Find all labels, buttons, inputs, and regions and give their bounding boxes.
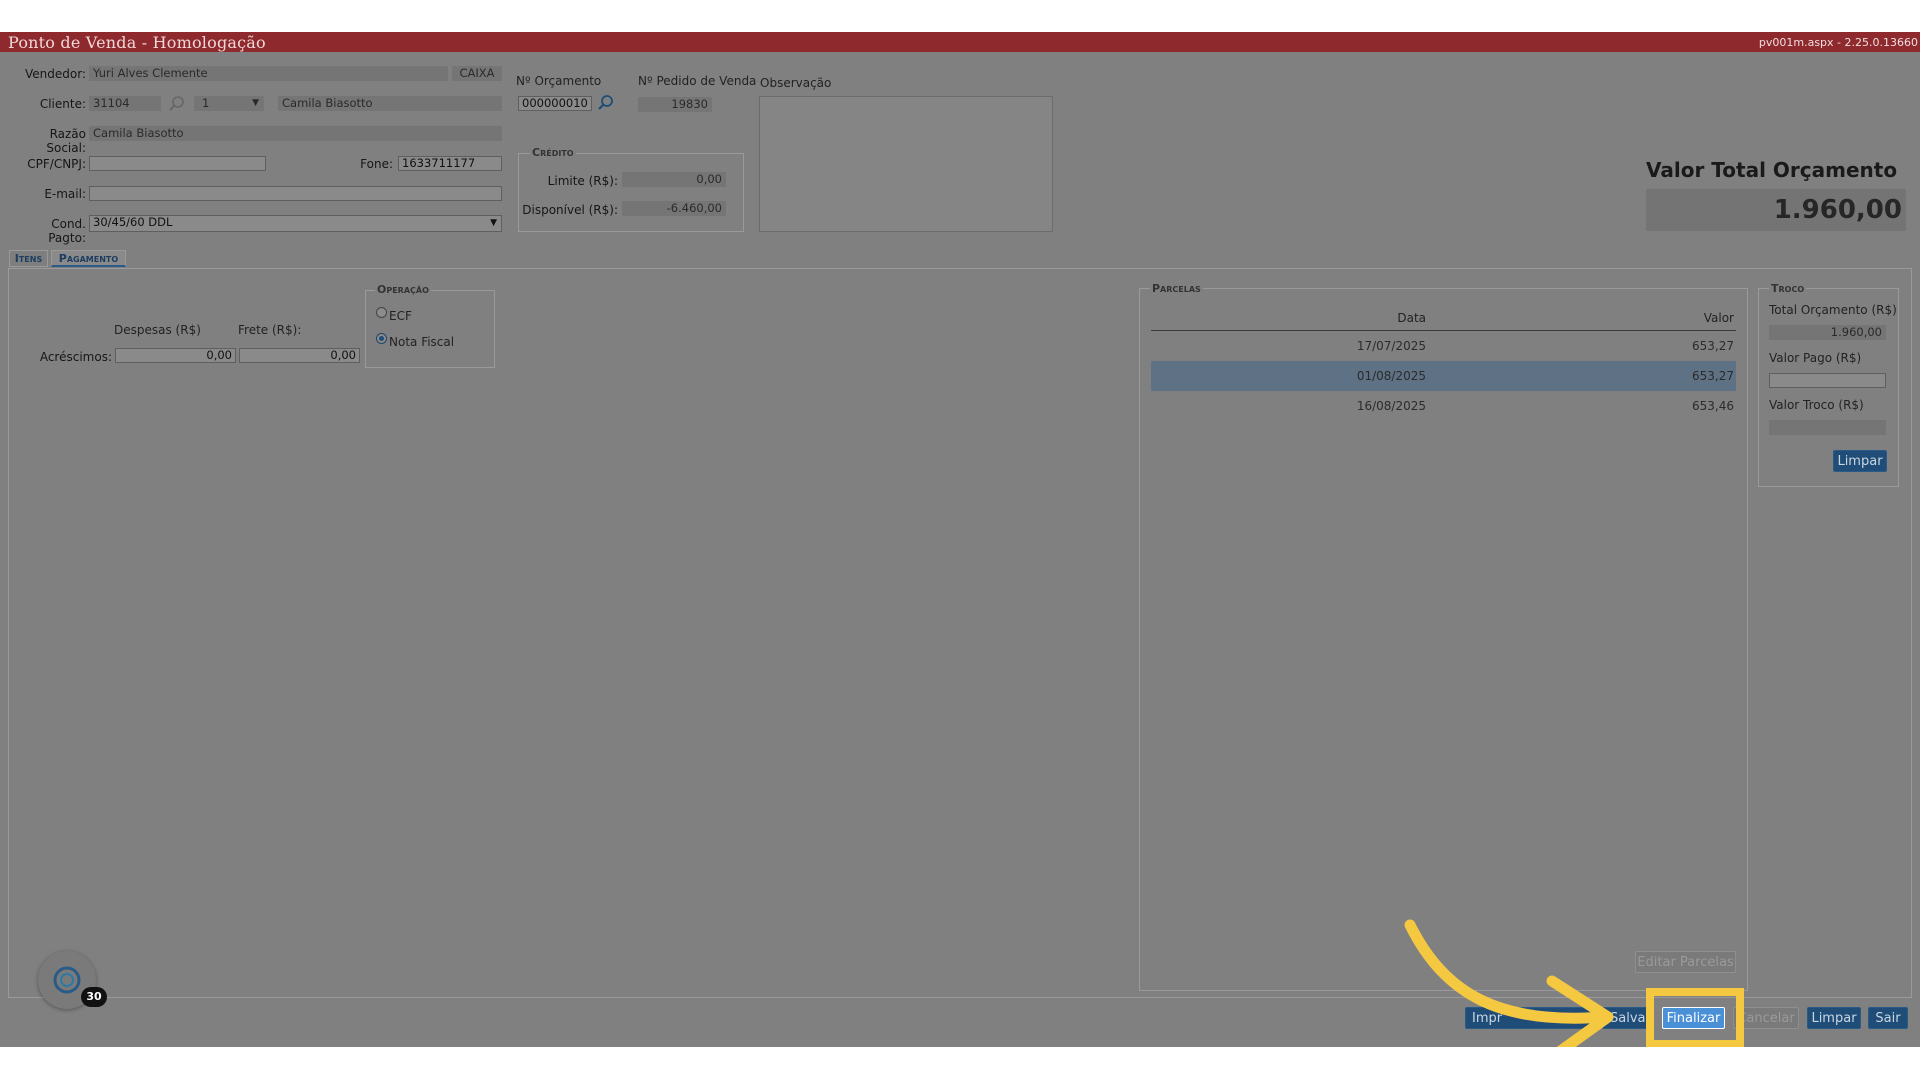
valor-troco-field [1769,420,1886,435]
bottom-margin [0,1047,1920,1080]
chevron-down-icon: ▼ [490,218,497,228]
frete-label: Frete (R$): [238,323,302,337]
fone-input[interactable]: 1633711177 [398,156,502,171]
email-label: E-mail: [44,187,86,201]
tab-itens[interactable]: Itens [9,250,48,267]
cliente-search-icon[interactable] [168,95,186,113]
version-label: pv001m.aspx - 2.25.0.13660 [1758,36,1918,49]
observacao-textarea[interactable] [759,96,1053,232]
credito-section [518,153,744,232]
valor-pago-label: Valor Pago (R$) [1769,351,1862,365]
despesas-input[interactable]: 0,00 [115,348,236,363]
limite-label: Limite (R$): [547,174,618,188]
cpf-input[interactable] [89,156,266,171]
cond-pagto-label: Cond. Pagto: [48,217,86,245]
orcamento-label: Nº Orçamento [516,74,602,88]
total-label: Valor Total Orçamento [1646,158,1898,182]
ecf-label: ECF [389,309,412,323]
ecf-radio[interactable] [376,307,387,318]
acrescimos-label: Acréscimos: [39,350,112,364]
parcelas-legend: Parcelas [1150,282,1203,295]
row-data: 17/07/2025 [1356,339,1426,353]
parcelas-header: Data Valor [1151,306,1736,331]
chevron-down-icon: ▼ [252,98,259,108]
total-value: 1.960,00 [1646,189,1906,231]
row-valor: 653,27 [1692,369,1734,383]
highlight-box [1646,988,1744,1048]
limite-field: 0,00 [622,172,726,187]
frete-input[interactable]: 0,00 [239,348,360,363]
table-row[interactable]: 17/07/2025 653,27 [1151,331,1736,361]
troco-limpar-button[interactable]: Limpar [1833,450,1887,472]
disponivel-label: Disponível (R$): [522,203,618,217]
nota-fiscal-radio[interactable] [376,333,387,344]
orcamento-input[interactable]: 000000010 [518,96,592,111]
col-valor-header: Valor [1703,311,1734,325]
cond-pagto-select[interactable]: 30/45/60 DDL ▼ [89,215,502,232]
vendedor-label: Vendedor: [25,67,86,81]
troco-total-field: 1.960,00 [1769,325,1886,340]
observacao-label: Observação [760,76,832,90]
cliente-name-field: Camila Biasotto [278,96,502,111]
caixa-field: CAIXA [452,66,502,81]
razao-social-label: Razão Social: [46,127,86,155]
cpf-label: CPF/CNPJ: [27,157,86,171]
row-data: 01/08/2025 [1356,369,1426,383]
sair-button[interactable]: Sair [1868,1007,1908,1029]
nota-fiscal-label: Nota Fiscal [389,335,455,349]
disponivel-field: -6.460,00 [622,201,726,216]
operacao-legend: Operação [375,283,431,296]
arrow-annotation-icon [1404,919,1614,1061]
credito-legend: Crédito [530,146,576,159]
table-row[interactable]: 16/08/2025 653,46 [1151,391,1736,421]
table-row-selected[interactable]: 01/08/2025 653,27 [1151,361,1736,391]
pedido-field: 19830 [638,97,712,112]
limpar-button[interactable]: Limpar [1807,1007,1861,1029]
operacao-section [365,290,495,368]
email-input[interactable] [89,186,502,201]
cliente-select[interactable]: 1 ▼ [194,96,264,111]
orcamento-search-icon[interactable] [597,94,615,112]
despesas-label: Despesas (R$) [114,323,201,337]
cliente-code-field: 31104 [89,96,161,111]
top-margin [0,0,1920,32]
valor-troco-label: Valor Troco (R$) [1769,398,1864,412]
vendedor-field: Yuri Alves Clemente [89,66,448,81]
radio-dot [379,336,384,341]
pedido-label: Nº Pedido de Venda [638,74,757,88]
row-data: 16/08/2025 [1356,399,1426,413]
cliente-label: Cliente: [39,97,86,111]
row-valor: 653,27 [1692,339,1734,353]
col-data-header: Data [1397,311,1426,325]
valor-pago-input[interactable] [1769,373,1886,388]
troco-total-label: Total Orçamento (R$) [1769,303,1897,317]
title-bar: Ponto de Venda - Homologação pv001m.aspx… [0,32,1920,52]
tab-pagamento[interactable]: Pagamento [51,250,126,267]
razao-social-field: Camila Biasotto [89,126,502,141]
fone-label: Fone: [360,157,393,171]
window-title: Ponto de Venda - Homologação [8,33,266,52]
troco-legend: Troco [1769,282,1807,295]
notification-badge: 30 [81,987,107,1007]
row-valor: 653,46 [1692,399,1734,413]
editar-parcelas-button[interactable]: Editar Parcelas [1635,951,1736,973]
